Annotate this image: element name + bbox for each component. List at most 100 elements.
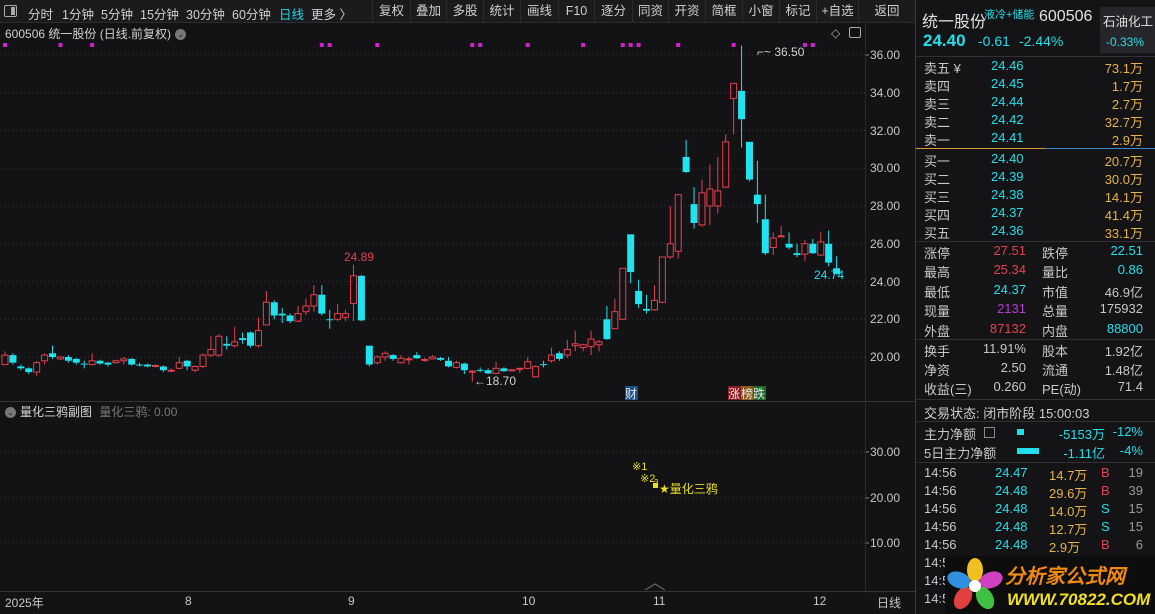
candle-body[interactable] [508,369,516,372]
candle-body[interactable] [571,343,579,347]
candle-body[interactable] [223,343,231,346]
candle-body[interactable] [753,194,761,205]
candle-body[interactable] [674,194,682,252]
candle-body[interactable] [88,360,96,366]
ask-row[interactable]: 卖一 24.41 2.9万 [916,130,1155,148]
bid-row[interactable]: 买三 24.38 14.1万 [916,187,1155,205]
candle-body[interactable] [136,364,144,366]
candle-body[interactable] [128,358,136,365]
candle-body[interactable] [706,188,714,207]
candle-body[interactable] [690,204,698,223]
candle-body[interactable] [793,253,801,256]
candle-body[interactable] [611,311,619,330]
candle-body[interactable] [555,353,563,359]
candlestick-chart[interactable]: ⌐~ 36.50 24.89 ←18.70 24.74 财 涨榜跌 [0,0,915,614]
candle-body[interactable] [49,353,57,357]
candle-body[interactable] [532,365,540,378]
candle-body[interactable] [595,341,603,346]
candle-body[interactable] [587,338,595,348]
candle-body[interactable] [373,356,381,364]
candle-body[interactable] [215,335,223,356]
candle-body[interactable] [151,364,159,367]
candle-body[interactable] [540,364,548,366]
candle-body[interactable] [72,358,80,363]
candle-body[interactable] [421,358,429,361]
candle-body[interactable] [302,305,310,313]
candle-body[interactable] [658,256,666,303]
candle-body[interactable] [809,243,817,254]
candle-body[interactable] [365,345,373,365]
candle-body[interactable] [381,352,389,358]
candle-body[interactable] [761,219,769,254]
candle-body[interactable] [25,368,33,373]
candle-body[interactable] [563,348,571,356]
candle-body[interactable] [56,356,64,360]
industry-box[interactable]: 石油化工 -0.33% [1100,7,1155,53]
candle-body[interactable] [247,332,255,346]
candle-body[interactable] [682,156,690,173]
candle-body[interactable] [167,369,175,372]
candle-body[interactable] [286,315,294,322]
candle-body[interactable] [500,368,508,372]
candle-body[interactable] [452,362,460,368]
bid-row[interactable]: 买四 24.37 41.4万 [916,205,1155,223]
candle-body[interactable] [278,313,286,316]
candle-body[interactable] [389,355,397,359]
candle-body[interactable] [310,294,318,307]
candle-body[interactable] [714,190,722,207]
candle-body[interactable] [334,313,342,320]
candle-body[interactable] [698,192,706,226]
candle-body[interactable] [722,141,730,188]
candle-body[interactable] [80,363,88,365]
candle-body[interactable] [627,234,635,273]
ask-row[interactable]: 卖三 24.44 2.7万 [916,94,1155,112]
candle-body[interactable] [437,357,445,360]
candle-body[interactable] [619,267,627,320]
candle-body[interactable] [650,299,658,311]
candle-body[interactable] [357,275,365,321]
x-axis-period[interactable]: 日线 [877,594,901,611]
candle-body[interactable] [112,360,120,364]
candle-body[interactable] [33,362,41,373]
candle-body[interactable] [745,141,753,180]
chevron-down-icon[interactable]: ⌄ [5,407,16,419]
candle-body[interactable] [643,308,651,311]
ask-row[interactable]: 卖四 24.45 1.7万 [916,76,1155,94]
candle-body[interactable] [484,370,492,374]
candle-body[interactable] [413,355,421,359]
candle-body[interactable] [342,313,350,318]
candle-body[interactable] [183,360,191,367]
candle-body[interactable] [460,363,468,371]
bid-row[interactable]: 买二 24.39 30.0万 [916,169,1155,187]
candle-body[interactable] [429,356,437,360]
candle-body[interactable] [468,370,476,373]
candle-body[interactable] [785,243,793,248]
candle-body[interactable] [175,362,183,369]
candle-body[interactable] [635,290,643,305]
candle-body[interactable] [326,319,334,321]
candle-body[interactable] [64,357,72,361]
candle-body[interactable] [603,319,611,340]
candle-body[interactable] [579,344,587,349]
candle-body[interactable] [191,365,199,371]
candle-body[interactable] [41,354,49,362]
candle-body[interactable] [231,341,239,347]
candle-body[interactable] [254,330,262,347]
candle-body[interactable] [777,235,785,238]
candle-body[interactable] [492,367,500,374]
ask-row[interactable]: 卖二 24.42 32.7万 [916,112,1155,130]
candle-body[interactable] [17,366,25,369]
candle-body[interactable] [294,313,302,322]
pane-divider[interactable] [0,401,915,402]
candle-body[interactable] [801,243,809,255]
ask-row[interactable]: 卖五 ¥ 24.46 73.1万 [916,58,1155,76]
candle-body[interactable] [547,354,555,362]
candle-body[interactable] [9,355,17,363]
candle-body[interactable] [270,302,278,316]
candle-body[interactable] [524,361,532,369]
candle-body[interactable] [476,369,484,371]
candle-body[interactable] [96,360,104,364]
candle-body[interactable] [239,338,247,341]
candle-body[interactable] [405,358,413,361]
candle-body[interactable] [104,362,112,365]
